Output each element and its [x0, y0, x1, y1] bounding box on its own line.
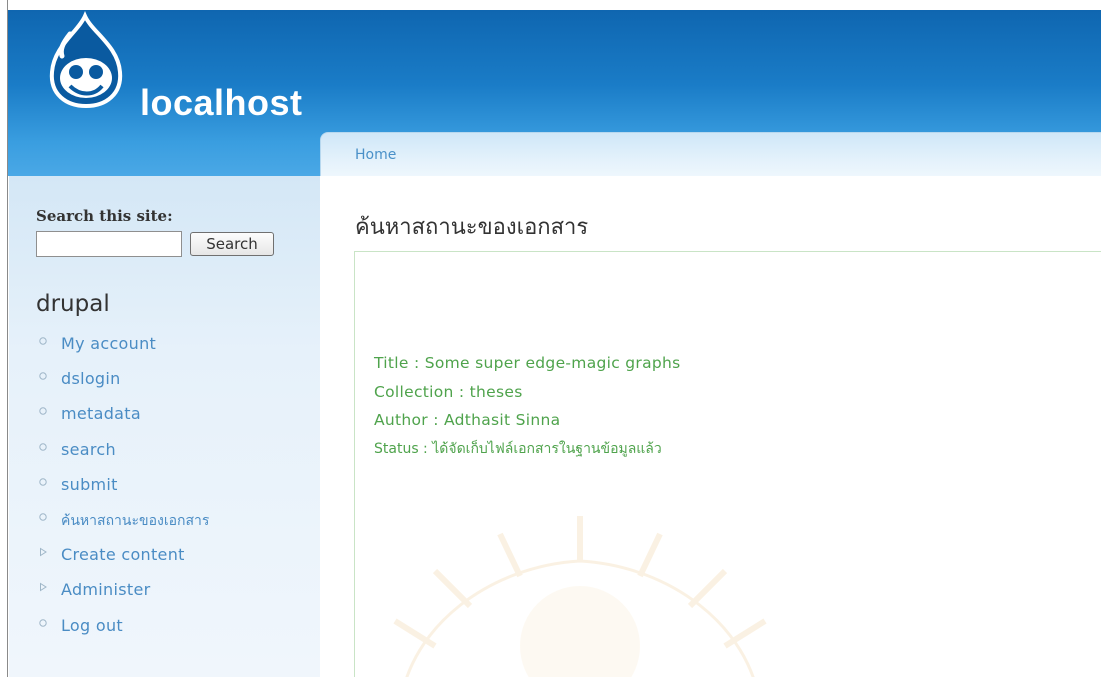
window-frame-edge: [0, 0, 8, 677]
content-box: [354, 251, 1101, 677]
record-status: Status : ได้จัดเก็บไฟล์เอกสารในฐานข้อมูล…: [374, 440, 662, 457]
circle-bullet-icon: [39, 337, 47, 345]
collapsed-triangle-icon[interactable]: [38, 547, 48, 557]
record-author: Author : Adthasit Sinna: [374, 411, 561, 429]
navigation-block-title: drupal: [36, 291, 110, 317]
circle-bullet-icon: [39, 478, 47, 486]
menu-item-document-status[interactable]: ค้นหาสถานะของเอกสาร: [36, 507, 209, 542]
menu-link-document-status[interactable]: ค้นหาสถานะของเอกสาร: [61, 513, 209, 529]
search-button[interactable]: Search: [190, 232, 274, 256]
drupal-logo-icon[interactable]: [40, 10, 130, 110]
menu-link-create-content[interactable]: Create content: [61, 545, 185, 564]
circle-bullet-icon: [39, 372, 47, 380]
sidebar: Search this site: Search drupal My accou…: [9, 176, 320, 677]
breadcrumb-home-link[interactable]: Home: [355, 147, 396, 163]
menu-item-metadata[interactable]: metadata: [36, 401, 209, 436]
search-label: Search this site:: [36, 207, 173, 225]
circle-bullet-icon: [39, 407, 47, 416]
menu-link-dslogin[interactable]: dslogin: [61, 369, 121, 388]
menu-item-submit[interactable]: submit: [36, 472, 209, 507]
menu-link-my-account[interactable]: My account: [61, 334, 156, 353]
navigation-menu: My account dslogin metadata search submi…: [36, 331, 209, 648]
menu-link-administer[interactable]: Administer: [61, 580, 150, 599]
circle-bullet-icon: [39, 618, 47, 627]
menu-item-log-out[interactable]: Log out: [36, 613, 209, 648]
menu-link-log-out[interactable]: Log out: [61, 616, 123, 635]
page-title: ค้นหาสถานะของเอกสาร: [355, 215, 589, 240]
menu-link-submit[interactable]: submit: [61, 475, 118, 494]
menu-link-metadata[interactable]: metadata: [61, 404, 141, 423]
breadcrumb: Home: [320, 132, 1101, 176]
main-content: ค้นหาสถานะของเอกสาร Title : Some super e…: [320, 176, 1101, 677]
circle-bullet-icon: [39, 513, 47, 521]
menu-item-search[interactable]: search: [36, 437, 209, 472]
menu-item-administer[interactable]: Administer: [36, 577, 209, 612]
circle-bullet-icon: [39, 442, 47, 451]
record-collection: Collection : theses: [374, 382, 523, 401]
menu-item-create-content[interactable]: Create content: [36, 542, 209, 577]
site-name[interactable]: localhost: [140, 82, 303, 124]
record-title: Title : Some super edge-magic graphs: [374, 354, 681, 372]
menu-link-search[interactable]: search: [61, 440, 116, 459]
page: localhost Home Search this site: Search …: [0, 0, 1101, 677]
menu-item-my-account[interactable]: My account: [36, 331, 209, 366]
menu-item-dslogin[interactable]: dslogin: [36, 366, 209, 401]
search-input[interactable]: [36, 231, 182, 257]
collapsed-triangle-icon[interactable]: [38, 582, 48, 592]
record-details: Title : Some super edge-magic graphs Col…: [374, 349, 681, 463]
